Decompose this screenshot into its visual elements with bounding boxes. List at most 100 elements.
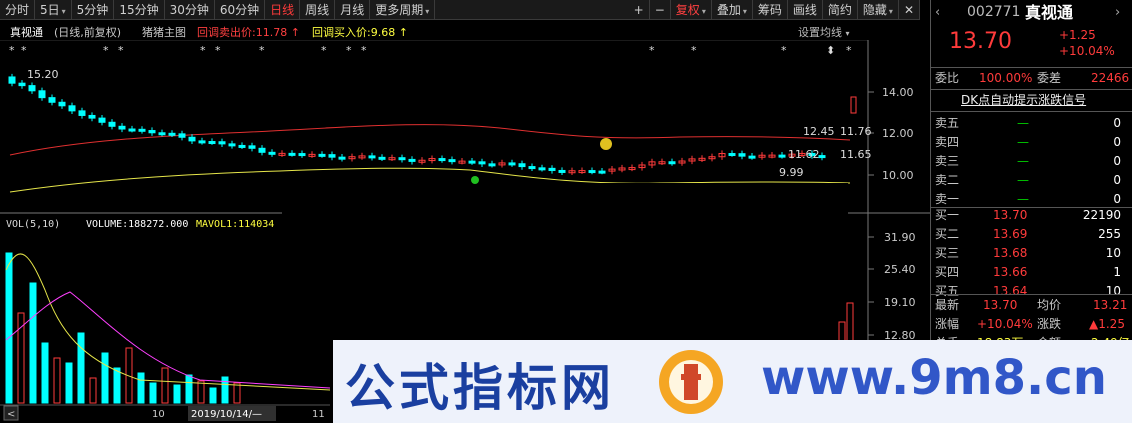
volume-bar: [101, 352, 109, 404]
date-cursor-label: 2019/10/14/—: [191, 409, 262, 420]
signal-star-icon: *: [361, 44, 367, 57]
candle: [238, 144, 246, 148]
candle: [548, 167, 556, 171]
period-tab-0[interactable]: 分时: [0, 0, 36, 20]
volume-tick-label: 25.40: [884, 263, 916, 276]
candle: [448, 159, 456, 163]
signal-diamond-icon: ⬍: [826, 44, 835, 57]
chart-info-line: 真视通 (日线,前复权) 猪猪主图 回调卖出价:11.78 ↑ 回调买入价:9.…: [0, 22, 868, 40]
candle: [588, 170, 596, 174]
sell-row: 卖四 —0: [935, 135, 1121, 149]
tool-button-3[interactable]: 叠加 ▾: [712, 0, 753, 20]
tool-button-7[interactable]: 隐藏 ▾: [858, 0, 899, 20]
signal-star-icon: *: [691, 44, 697, 57]
candle: [488, 163, 496, 167]
dk-signal-link[interactable]: DK点自动提示涨跌信号: [931, 91, 1132, 110]
chevron-down-icon: ▾: [845, 29, 850, 38]
tool-button-0[interactable]: +: [629, 0, 650, 20]
volume-bar: [5, 252, 13, 404]
date-tick-label: 10: [152, 409, 165, 420]
candle: [138, 128, 146, 132]
candle: [198, 140, 206, 144]
candle: [478, 161, 486, 165]
indicator-name[interactable]: 猪猪主图: [142, 24, 186, 40]
candle: [168, 132, 176, 136]
tool-button-2[interactable]: 复权 ▾: [671, 0, 712, 20]
next-icon[interactable]: ›: [1115, 3, 1120, 22]
period-tab-1[interactable]: 5日 ▾: [35, 0, 72, 20]
volume-bar: [53, 357, 61, 404]
buy-row: 买四 13.66 1: [935, 265, 1121, 279]
price-annotation: 11.62: [788, 148, 820, 161]
volume-bar: [17, 312, 25, 404]
buy-price-label: 回调买入价:9.68 ↑: [312, 26, 408, 39]
candle: [298, 153, 306, 157]
buy-row: 买三 13.68 10: [935, 246, 1121, 260]
quote-title: ‹ 002771 真视通 ›: [931, 3, 1132, 25]
candle: [408, 158, 416, 162]
volume-bar: [77, 332, 85, 404]
chevron-down-icon: ▾: [701, 7, 706, 16]
volume-bar: [209, 387, 217, 404]
candle: [398, 157, 406, 161]
candle: [28, 85, 36, 92]
up-arrow-icon: ↑: [398, 26, 408, 39]
weibi-row: 委比 100.00% 委差 22466: [935, 71, 1130, 85]
chevron-down-icon: ▾: [742, 7, 747, 16]
period-toolbar: 分时 5日 ▾ 5分钟 15分钟 30分钟 60分钟 日线 周线 月线 更多周期 ▾ + − 复权 ▾ 叠加 ▾ 筹…: [0, 0, 920, 20]
candle: [598, 170, 606, 174]
volume-value: VOLUME:188272.000: [86, 219, 188, 230]
price-tick-label: 14.00: [882, 86, 914, 99]
period-tab-2[interactable]: 5分钟: [72, 0, 115, 20]
period-tab-4[interactable]: 30分钟: [165, 0, 215, 20]
volume-bar: [89, 377, 97, 404]
candle: [518, 163, 526, 168]
tooltip-mask: [282, 183, 848, 239]
volume-bar: [149, 382, 157, 404]
period-tab-5[interactable]: 60分钟: [215, 0, 266, 20]
chevron-down-icon: ▾: [61, 7, 66, 16]
banner-title: 公式指标网: [345, 359, 615, 417]
candle: [818, 155, 826, 159]
period-tab-9[interactable]: 更多周期 ▾: [370, 0, 436, 20]
candle: [288, 152, 296, 156]
volume-bar: [221, 376, 229, 404]
tool-button-4[interactable]: 筹码: [753, 0, 788, 20]
period-tab-7[interactable]: 周线: [300, 0, 336, 20]
candle: [268, 151, 276, 155]
stock-name: 真视通: [10, 26, 43, 39]
candle: [8, 76, 16, 84]
price-change-pct: +10.04%: [1059, 44, 1115, 58]
period-tab-3[interactable]: 15分钟: [114, 0, 165, 20]
volume-bar: [233, 382, 241, 404]
candle: [368, 155, 376, 159]
period-tab-6[interactable]: 日线: [265, 0, 301, 20]
candle: [328, 154, 336, 158]
tool-button-5[interactable]: 画线: [788, 0, 823, 20]
close-icon[interactable]: ✕: [899, 0, 920, 20]
chart-mode: (日线,前复权): [54, 26, 122, 39]
signal-star-icon: *: [649, 44, 655, 57]
period-tab-8[interactable]: 月线: [335, 0, 371, 20]
prev-icon[interactable]: ‹: [935, 3, 940, 22]
candle: [208, 141, 216, 145]
candle: [258, 147, 266, 153]
last-price: 13.70: [949, 29, 1012, 54]
volume-bar: [113, 367, 121, 404]
price-tick-label: 10.00: [882, 169, 914, 182]
signal-star-icon: *: [259, 44, 265, 57]
ma-settings-button[interactable]: 设置均线 ▾: [798, 24, 850, 40]
candle: [528, 166, 536, 170]
banner-logo-icon: [659, 350, 723, 414]
candle: [338, 156, 346, 160]
tool-button-1[interactable]: −: [650, 0, 671, 20]
volume-bar: [173, 384, 181, 404]
chevron-down-icon: ▾: [425, 7, 430, 16]
up-arrow-icon: ↑: [290, 26, 300, 39]
tool-button-6[interactable]: 简约: [823, 0, 858, 20]
ma-line-red: [9, 124, 851, 156]
candle: [98, 117, 106, 123]
mavol-value: MAVOL1:114034: [196, 219, 274, 230]
candle: [748, 155, 756, 159]
candle: [318, 153, 326, 157]
